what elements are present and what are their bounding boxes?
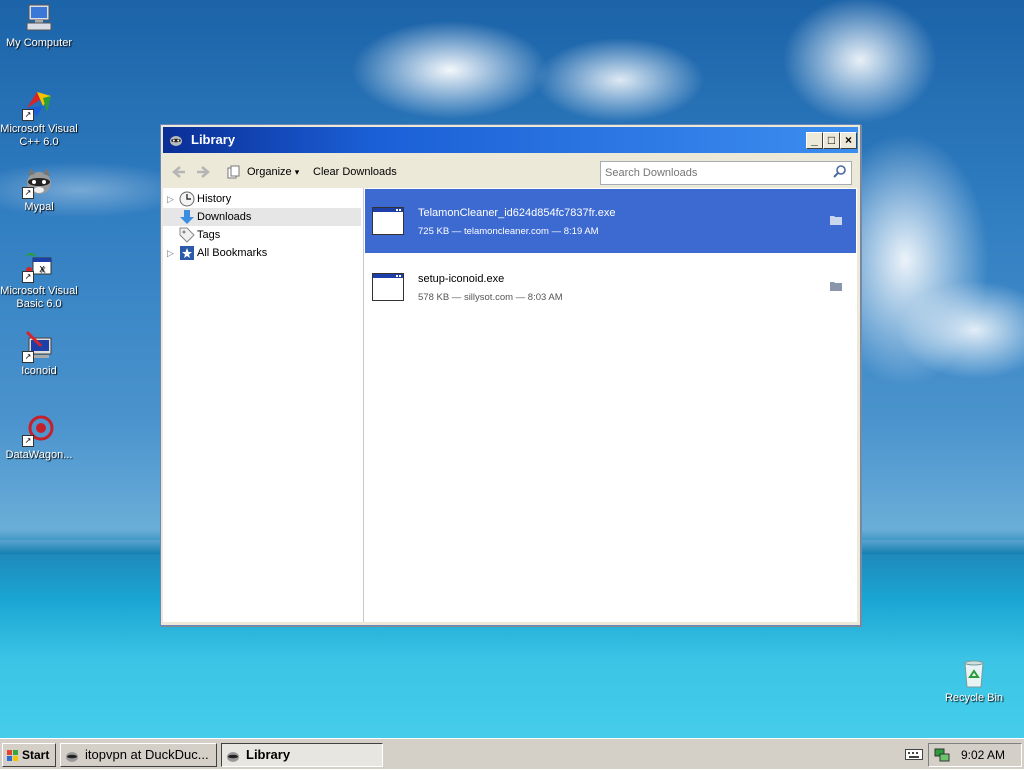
visual-cpp-icon: ↗	[22, 88, 55, 121]
shortcut-arrow-icon: ↗	[22, 187, 34, 199]
desktop-icon-recycle-bin[interactable]: Recycle Bin	[935, 657, 1013, 705]
visual-basic-icon: X ↗	[22, 250, 55, 283]
tag-icon	[179, 227, 195, 243]
my-computer-icon	[23, 2, 55, 34]
download-file-meta: 725 KB — telamoncleaner.com — 8:19 AM	[418, 226, 599, 237]
open-folder-icon[interactable]	[830, 215, 842, 225]
download-item[interactable]: setup-iconoid.exe 578 KB — sillysot.com …	[365, 255, 856, 319]
desktop-icon-label: Microsoft Visual C++ 6.0	[0, 123, 78, 148]
recycle-bin-icon	[958, 657, 990, 689]
mypal-raccoon-icon	[169, 133, 183, 147]
svg-text:X: X	[39, 265, 45, 274]
download-file-name: setup-iconoid.exe	[418, 273, 505, 285]
organize-label: Organize	[247, 166, 292, 178]
minimize-button[interactable]: _	[806, 132, 823, 149]
shortcut-arrow-icon: ↗	[22, 271, 34, 283]
download-item[interactable]: TelamonCleaner_id624d854fc7837fr.exe 725…	[365, 189, 856, 253]
desktop-icon-datawagon[interactable]: ↗ DataWagon...	[0, 414, 78, 462]
sidebar-item-label: History	[197, 193, 232, 205]
back-arrow-icon[interactable]	[171, 164, 187, 180]
download-arrow-icon	[179, 209, 195, 225]
windows-logo-icon	[6, 748, 20, 762]
taskbar-button-label: itopvpn at DuckDuc...	[85, 747, 209, 762]
desktop-icon-my-computer[interactable]: My Computer	[0, 2, 78, 50]
desktop-icon-visual-basic[interactable]: X ↗ Microsoft Visual Basic 6.0	[0, 250, 78, 311]
library-window[interactable]: Library _ □ × Organize ▾ Clear Downloads…	[160, 124, 861, 626]
close-button[interactable]: ×	[840, 132, 857, 149]
desktop-icon-label: Recycle Bin	[944, 692, 1004, 704]
library-toolbar: Organize ▾ Clear Downloads	[163, 155, 858, 188]
mypal-raccoon-icon	[226, 748, 240, 762]
window-title: Library	[191, 132, 236, 147]
sidebar-item-label: All Bookmarks	[197, 247, 268, 259]
mypal-raccoon-icon: ↗	[22, 166, 55, 199]
executable-file-icon	[372, 207, 404, 235]
organize-icon	[227, 165, 241, 179]
sidebar-item-tags[interactable]: Tags	[163, 226, 361, 244]
desktop-icon-label: Iconoid	[21, 365, 57, 377]
system-tray: 9:02 AM	[928, 743, 1022, 767]
search-downloads-field[interactable]	[600, 161, 852, 185]
sidebar-item-history[interactable]: ▷ History	[163, 190, 361, 208]
sidebar-item-label: Downloads	[197, 211, 252, 223]
taskbar-button-duckduckgo[interactable]: itopvpn at DuckDuc...	[60, 743, 217, 767]
taskbar-button-label: Library	[246, 747, 291, 762]
network-icon[interactable]	[934, 747, 950, 763]
taskbar-button-library[interactable]: Library	[221, 743, 383, 767]
sidebar-item-downloads[interactable]: Downloads	[163, 208, 361, 226]
desktop-icon-mypal[interactable]: ↗ Mypal	[0, 166, 78, 214]
open-folder-icon[interactable]	[830, 281, 842, 291]
taskbar: Start itopvpn at DuckDuc... Library 9:02…	[0, 738, 1024, 769]
search-input[interactable]	[605, 165, 825, 181]
clear-downloads-button[interactable]: Clear Downloads	[313, 162, 397, 182]
keyboard-icon[interactable]	[905, 747, 923, 761]
mypal-raccoon-icon	[65, 748, 79, 762]
desktop-icon-label: DataWagon...	[5, 449, 73, 461]
start-button[interactable]: Start	[2, 743, 56, 767]
shortcut-arrow-icon: ↗	[22, 435, 34, 447]
download-file-meta: 578 KB — sillysot.com — 8:03 AM	[418, 292, 563, 303]
desktop-icon-label: My Computer	[5, 37, 73, 49]
maximize-button[interactable]: □	[823, 132, 840, 149]
sidebar-item-label: Tags	[197, 229, 221, 241]
chevron-down-icon: ▾	[294, 167, 300, 177]
clock[interactable]: 9:02 AM	[961, 744, 1005, 766]
executable-file-icon	[372, 273, 404, 301]
window-title-bar[interactable]: Library _ □ ×	[163, 127, 858, 153]
start-label: Start	[22, 748, 50, 762]
shortcut-arrow-icon: ↗	[22, 109, 34, 121]
desktop-icon-label: Mypal	[24, 201, 54, 213]
download-file-name: TelamonCleaner_id624d854fc7837fr.exe	[418, 207, 616, 219]
search-icon[interactable]	[832, 164, 848, 180]
datawagon-icon: ↗	[22, 414, 55, 447]
iconoid-icon: ↗	[22, 330, 55, 363]
sidebar-item-all-bookmarks[interactable]: ▷ All Bookmarks	[163, 244, 361, 262]
forward-arrow-icon[interactable]	[195, 164, 211, 180]
expand-arrow-icon[interactable]: ▷	[167, 190, 175, 208]
downloads-list: TelamonCleaner_id624d854fc7837fr.exe 725…	[364, 188, 857, 622]
desktop-icon-iconoid[interactable]: ↗ Iconoid	[0, 330, 78, 378]
desktop-icon-visual-cpp[interactable]: ↗ Microsoft Visual C++ 6.0	[0, 88, 78, 149]
expand-arrow-icon[interactable]: ▷	[167, 244, 175, 262]
clock-icon	[179, 191, 195, 207]
organize-menu-button[interactable]: Organize ▾	[225, 162, 299, 182]
shortcut-arrow-icon: ↗	[22, 351, 34, 363]
desktop: My Computer ↗ Microsoft Visual C++ 6.0 ↗…	[0, 0, 1024, 738]
desktop-icon-label: Microsoft Visual Basic 6.0	[0, 285, 78, 310]
library-sidebar: ▷ History Downloads Tags ▷ All Bookmarks	[163, 188, 364, 622]
bookmarks-star-icon	[179, 245, 195, 261]
